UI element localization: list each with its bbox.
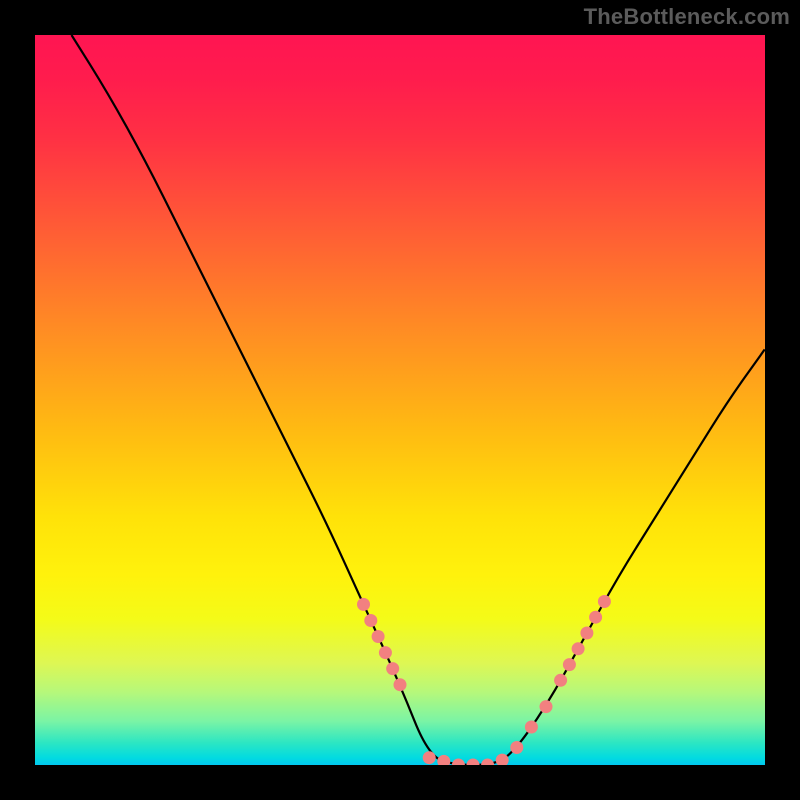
bottleneck-curve xyxy=(35,35,765,765)
curve-dot xyxy=(563,658,576,671)
curve-path xyxy=(72,35,766,765)
curve-dot xyxy=(510,741,523,754)
curve-dot xyxy=(452,759,465,766)
curve-dot xyxy=(467,759,480,766)
curve-dot xyxy=(364,614,377,627)
curve-dot xyxy=(572,642,585,655)
curve-dot xyxy=(394,678,407,691)
curve-dot xyxy=(540,700,553,713)
curve-dot xyxy=(423,751,436,764)
curve-dot xyxy=(580,627,593,640)
curve-dot xyxy=(357,598,370,611)
chart-frame: TheBottleneck.com xyxy=(0,0,800,800)
plot-area xyxy=(35,35,765,765)
watermark-text: TheBottleneck.com xyxy=(584,4,790,30)
curve-dot xyxy=(589,611,602,624)
curve-dot xyxy=(481,759,494,766)
curve-dot xyxy=(379,646,392,659)
curve-dot xyxy=(598,595,611,608)
curve-dot xyxy=(437,755,450,765)
curve-dots xyxy=(357,595,611,765)
curve-dot xyxy=(554,674,567,687)
curve-dot xyxy=(386,662,399,675)
curve-dot xyxy=(372,630,385,643)
curve-dot xyxy=(525,721,538,734)
